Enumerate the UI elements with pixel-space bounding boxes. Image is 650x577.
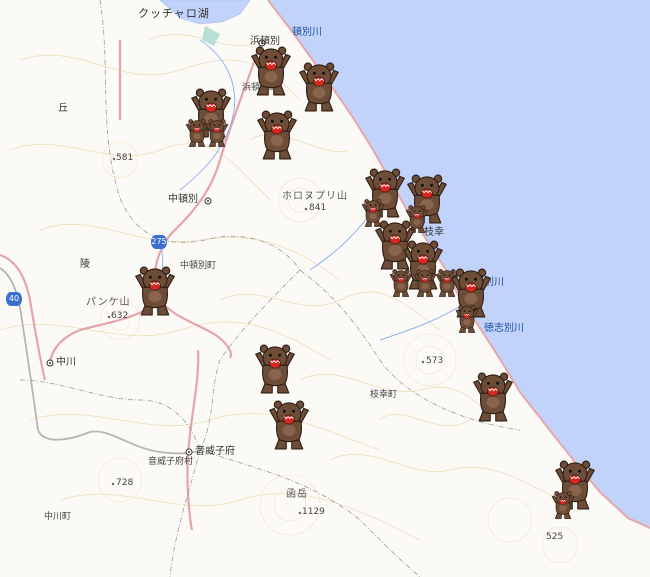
brown-bear-icon[interactable]: [296, 60, 342, 114]
route-shield: 275: [151, 235, 167, 249]
brown-bear-icon[interactable]: [470, 370, 516, 424]
elevation-label: 841: [309, 203, 327, 213]
station-label: 音威子府: [195, 446, 235, 457]
lake-label: クッチャロ湖: [138, 7, 210, 20]
mountain-label: 函岳: [286, 489, 308, 500]
town-label: 中頓別町: [180, 261, 217, 271]
brown-bear-icon[interactable]: [266, 398, 312, 452]
brown-bear-icon[interactable]: [254, 108, 300, 162]
station-label: 中頓別: [168, 194, 198, 205]
brown-bear-icon[interactable]: [252, 342, 298, 396]
brown-bear-icon[interactable]: [388, 268, 414, 298]
river-label: 徳志別川: [484, 323, 524, 334]
brown-bear-icon[interactable]: [248, 44, 294, 98]
mountain-label: ホロヌプリ山: [282, 191, 348, 202]
elevation-label: 1129: [302, 507, 325, 517]
river-label: 頓別川: [292, 27, 322, 38]
mountain-label: パンケ山: [86, 297, 131, 308]
brown-bear-icon[interactable]: [454, 304, 480, 334]
landform-label: 丘: [58, 103, 68, 114]
brown-bear-icon[interactable]: [132, 264, 178, 318]
town-label: 枝幸町: [370, 390, 398, 400]
elevation-label: 632: [111, 311, 129, 321]
brown-bear-icon[interactable]: [204, 118, 230, 148]
elevation-label: 581: [116, 153, 134, 163]
village-label: 音威子府村: [148, 457, 194, 467]
route-shield: 40: [6, 292, 22, 306]
elevation-label: 525: [546, 532, 564, 542]
map-view[interactable]: クッチャロ湖 浜頓別 頓別川 浜頓別町 丘 581 ホロヌプリ山 841 中頓別…: [0, 0, 650, 577]
town-label: 中川町: [44, 512, 72, 522]
brown-bear-icon[interactable]: [550, 490, 576, 520]
landform-label: 陵: [80, 259, 90, 270]
elevation-label: 728: [116, 478, 134, 488]
station-label: 中川: [56, 357, 76, 368]
elevation-label: 573: [426, 356, 444, 366]
